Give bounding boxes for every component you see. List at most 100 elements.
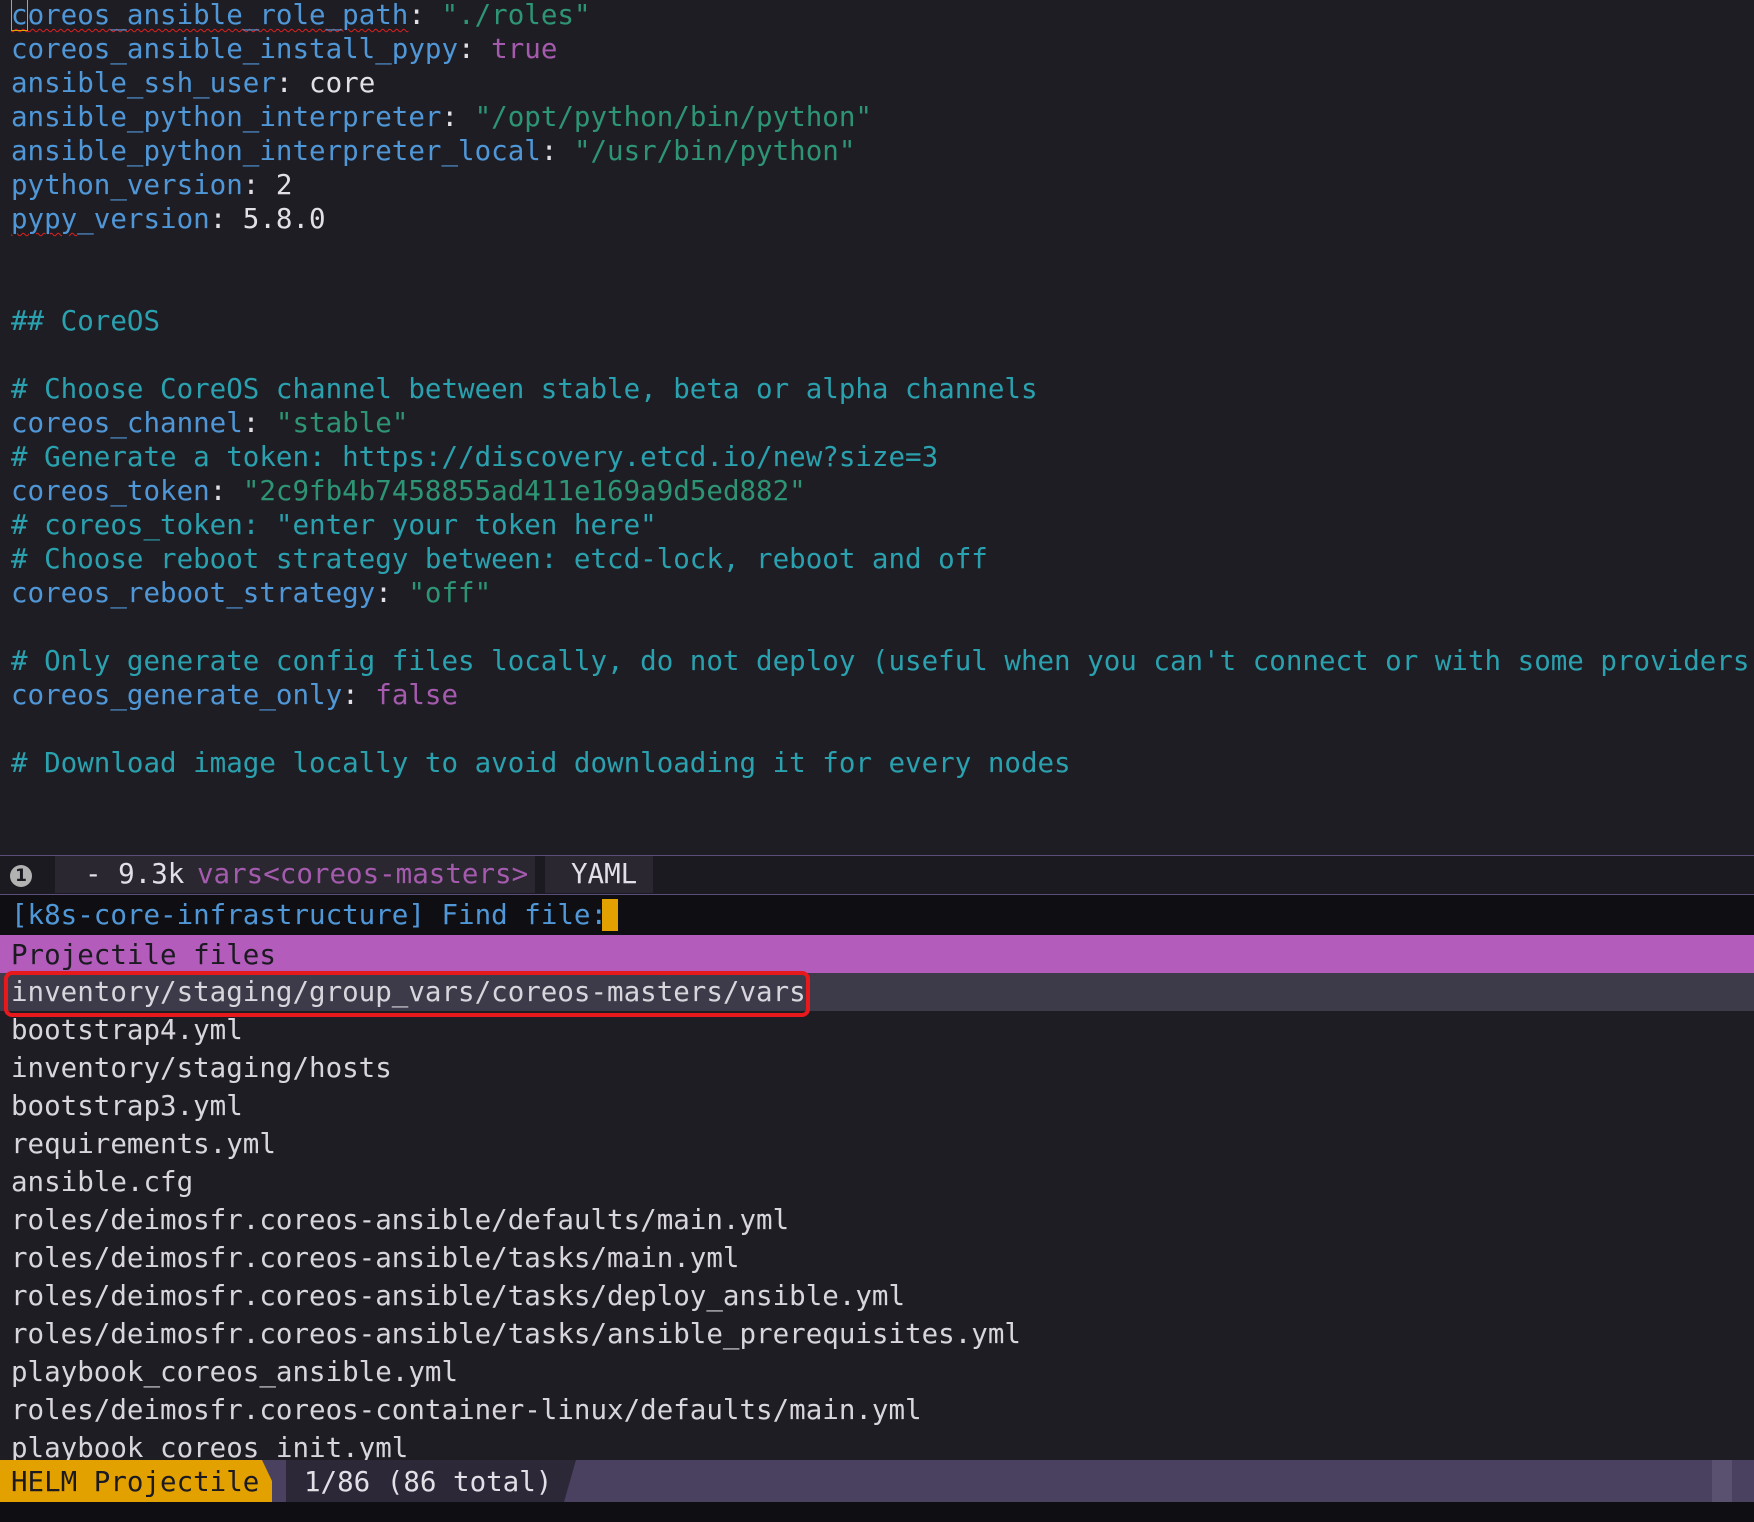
code-token: "./roles" [441, 0, 591, 31]
code-token: : [441, 101, 475, 133]
candidate-item[interactable]: roles/deimosfr.coreos-ansible/tasks/ansi… [0, 1315, 1754, 1353]
candidate-item[interactable]: requirements.yml [0, 1125, 1754, 1163]
candidate-count: 1/86 (86 total) [304, 1466, 553, 1498]
code-token: "/opt/python/bin/python" [474, 101, 872, 133]
code-line[interactable]: ansible_ssh_user: core [11, 64, 375, 102]
find-file-label: Find file: [424, 899, 624, 931]
candidate-label: inventory/staging/hosts [11, 1052, 392, 1084]
project-name: [k8s-core-infrastructure] [11, 899, 425, 931]
code-token: : [375, 577, 409, 609]
candidate-label: bootstrap4.yml [11, 1014, 243, 1046]
code-token: true [491, 33, 558, 65]
mode-line-buffer-segment: - 9.3k vars<coreos-masters> [55, 856, 535, 893]
code-line[interactable]: ansible_python_interpreter: "/opt/python… [11, 98, 872, 136]
code-line[interactable]: # Only generate config files locally, do… [11, 642, 1754, 680]
code-token: ansible_ssh_user [11, 67, 276, 99]
code-line[interactable]: coreos_ansible_role_path: "./roles" [11, 0, 591, 34]
text-cursor: c [11, 0, 28, 31]
code-line[interactable]: # Choose reboot strategy between: etcd-l… [11, 540, 988, 578]
candidate-item[interactable]: roles/deimosfr.coreos-container-linux/de… [0, 1391, 1754, 1429]
code-token: python_version [11, 169, 243, 201]
code-token: : 5.8.0 [209, 203, 326, 235]
code-line[interactable]: ## CoreOS [11, 302, 160, 340]
candidate-label: roles/deimosfr.coreos-ansible/tasks/ansi… [11, 1318, 1021, 1350]
candidate-item[interactable]: ansible.cfg [0, 1163, 1754, 1201]
code-line[interactable]: ansible_python_interpreter_local: "/usr/… [11, 132, 855, 170]
code-token: : [408, 0, 442, 31]
candidate-label: roles/deimosfr.coreos-ansible/tasks/depl… [11, 1280, 906, 1312]
buffer-size: - 9.3k [85, 858, 201, 890]
code-token-rest: oreos_ansible_role_path [27, 0, 409, 31]
candidate-item[interactable]: roles/deimosfr.coreos-ansible/tasks/depl… [0, 1277, 1754, 1315]
echo-area [0, 1502, 1754, 1522]
code-line[interactable]: coreos_token: "2c9fb4b7458855ad411e169a9… [11, 472, 806, 510]
code-line[interactable]: python_version: 2 [11, 166, 292, 204]
candidate-label: inventory/staging/group_vars/coreos-mast… [11, 976, 806, 1008]
code-line[interactable]: # Generate a token: https://discovery.et… [11, 438, 938, 476]
code-token: pypy [11, 203, 78, 235]
candidate-selected[interactable]: inventory/staging/group_vars/coreos-mast… [0, 973, 1754, 1011]
candidate-item[interactable]: inventory/staging/hosts [0, 1049, 1754, 1087]
code-line[interactable]: pypy_version: 5.8.0 [11, 200, 326, 238]
candidate-label: roles/deimosfr.coreos-ansible/tasks/main… [11, 1242, 740, 1274]
code-token: coreos_ansible_install_pypy [11, 33, 459, 65]
code-line[interactable]: coreos_generate_only: false [11, 676, 458, 714]
code-token: "/usr/bin/python" [573, 135, 856, 167]
helm-count-segment: 1/86 (86 total) [286, 1460, 576, 1502]
minibuffer-prompt[interactable]: [k8s-core-infrastructure] Find file: [0, 895, 1754, 935]
code-line[interactable]: # coreos_token: "enter your token here" [11, 506, 657, 544]
input-cursor[interactable] [602, 899, 618, 931]
code-token: : [540, 135, 574, 167]
code-token: # coreos_token: "enter your token here" [11, 509, 657, 541]
window-number-badge: 1 [10, 865, 32, 887]
code-token: coreos_generate_only [11, 679, 343, 711]
code-token: ## CoreOS [11, 305, 161, 337]
code-token: # Choose reboot strategy between: etcd-l… [11, 543, 988, 575]
code-token: false [375, 679, 459, 711]
buffer-name: vars<coreos-masters> [197, 858, 529, 890]
code-token: # Only generate config files locally, do… [11, 645, 1754, 677]
code-line[interactable]: coreos_ansible_install_pypy: true [11, 30, 557, 68]
code-line[interactable]: # Choose CoreOS channel between stable, … [11, 370, 1038, 408]
code-token: coreos_reboot_strategy [11, 577, 376, 609]
code-token: "2c9fb4b7458855ad411e169a9d5ed882" [242, 475, 806, 507]
code-token: : core [275, 67, 376, 99]
candidate-label: bootstrap3.yml [11, 1090, 243, 1122]
source-header-label: Projectile files [11, 939, 276, 971]
prompt-label: [k8s-core-infrastructure] Find file: [11, 895, 624, 935]
mode-line: 1 - 9.3k vars<coreos-masters> YAML [0, 855, 1754, 895]
code-line[interactable]: coreos_channel: "stable" [11, 404, 408, 442]
code-token: : [458, 33, 492, 65]
candidate-item[interactable]: bootstrap3.yml [0, 1087, 1754, 1125]
code-token: ansible_python_interpreter_local [11, 135, 541, 167]
candidate-item[interactable]: bootstrap4.yml [0, 1011, 1754, 1049]
editor-pane[interactable]: coreos_ansible_role_path: "./roles" coreo… [0, 0, 1754, 855]
code-token: coreos_channel [11, 407, 243, 439]
code-line[interactable]: coreos_reboot_strategy: "off" [11, 574, 491, 612]
mode-line-mode-segment: YAML [545, 856, 653, 893]
code-token: # Generate a token: https://discovery.et… [11, 441, 939, 473]
candidate-item[interactable]: roles/deimosfr.coreos-ansible/tasks/main… [0, 1239, 1754, 1277]
helm-mode-name: HELM Projectile [11, 1466, 260, 1498]
code-token: coreos_ansible_role_path [11, 0, 408, 31]
code-line[interactable]: # Download image locally to avoid downlo… [11, 744, 1071, 782]
code-token: : [242, 407, 276, 439]
code-token: coreos_token [11, 475, 210, 507]
code-token: # Download image locally to avoid downlo… [11, 747, 1071, 779]
code-token: : [209, 475, 243, 507]
candidate-item[interactable]: playbook_coreos_ansible.yml [0, 1353, 1754, 1391]
code-token: # Choose CoreOS channel between stable, … [11, 373, 1038, 405]
candidate-label: roles/deimosfr.coreos-container-linux/de… [11, 1394, 922, 1426]
candidate-item[interactable]: playbook_coreos_init.yml [0, 1429, 1754, 1460]
helm-source-header: Projectile files [0, 935, 1754, 973]
helm-mode-name-segment: HELM Projectile [0, 1460, 272, 1502]
candidate-label: ansible.cfg [11, 1166, 194, 1198]
candidate-label: playbook_coreos_init.yml [11, 1432, 409, 1460]
code-token: : 2 [242, 169, 293, 201]
candidate-list: inventory/staging/group_vars/coreos-mast… [0, 973, 1754, 1460]
code-token: : [342, 679, 376, 711]
helm-mode-line: HELM Projectile 1/86 (86 total) [0, 1460, 1754, 1502]
code-token: _version [77, 203, 210, 235]
candidate-item[interactable]: roles/deimosfr.coreos-ansible/defaults/m… [0, 1201, 1754, 1239]
candidate-label: requirements.yml [11, 1128, 276, 1160]
